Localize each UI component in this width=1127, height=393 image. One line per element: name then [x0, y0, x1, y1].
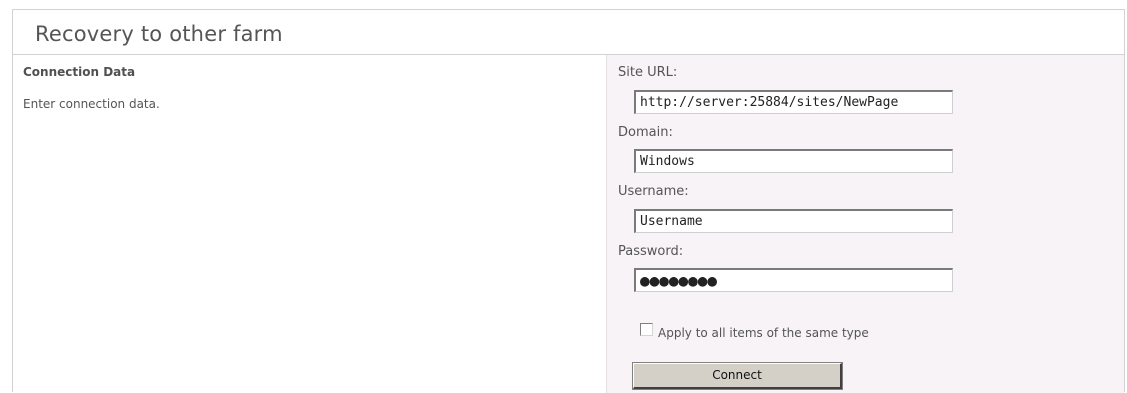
domain-input[interactable]: [634, 149, 953, 173]
section-info: Connection Data Enter connection data.: [13, 55, 606, 393]
recovery-panel: Recovery to other farm Connection Data E…: [12, 9, 1125, 393]
domain-label: Domain:: [618, 125, 673, 140]
section-title: Connection Data: [23, 65, 136, 79]
section-description: Enter connection data.: [23, 97, 160, 111]
password-input[interactable]: [634, 268, 953, 292]
apply-all-checkbox[interactable]: [640, 322, 653, 336]
apply-all-row[interactable]: Apply to all items of the same type: [640, 322, 869, 340]
site-url-input[interactable]: [634, 90, 953, 114]
apply-all-label[interactable]: Apply to all items of the same type: [658, 326, 869, 340]
username-input[interactable]: [634, 209, 953, 233]
password-label: Password:: [618, 244, 684, 259]
page-title: Recovery to other farm: [35, 22, 283, 46]
site-url-label: Site URL:: [618, 65, 678, 80]
connection-form: Site URL: Domain: Username: Password: Ap…: [606, 55, 1124, 393]
connect-button[interactable]: Connect: [632, 362, 843, 390]
username-label: Username:: [618, 184, 689, 199]
title-bar: Recovery to other farm: [13, 10, 1124, 55]
